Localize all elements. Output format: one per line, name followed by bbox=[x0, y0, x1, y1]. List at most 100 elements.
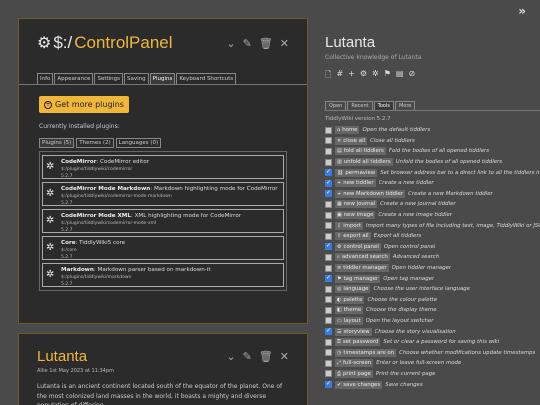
tool-checkbox[interactable] bbox=[325, 168, 332, 177]
tool-button[interactable]: ⇩ import bbox=[335, 221, 364, 230]
tool-description: Import many types of file including text… bbox=[366, 222, 540, 229]
tool-checkbox[interactable] bbox=[325, 264, 332, 272]
tool-checkbox[interactable] bbox=[325, 211, 332, 219]
tool-button[interactable]: ▥ unfold all tiddlers bbox=[335, 158, 393, 167]
tool-checkbox[interactable] bbox=[325, 338, 332, 346]
chevron-down-icon[interactable]: ⌄ bbox=[226, 37, 235, 50]
plugin-item-codemirror-mode-markdown[interactable]: ✲ CodeMirror Mode Markdown: Markdown hig… bbox=[42, 182, 284, 206]
save-icon[interactable]: ▤ bbox=[396, 69, 404, 83]
puzzle-piece-icon: ✲ bbox=[46, 242, 55, 253]
tool-button[interactable]: ✕ close all bbox=[335, 136, 368, 145]
gear-icon: ⚙ bbox=[37, 35, 52, 52]
tab-recent[interactable]: Recent bbox=[347, 101, 373, 110]
trash-icon[interactable]: 🗑 bbox=[259, 37, 273, 50]
subtab-plugins[interactable]: Plugins (5) bbox=[39, 138, 75, 148]
close-icon[interactable]: ✕ bbox=[280, 350, 289, 363]
sidebar-toggle-chevron-icon[interactable]: » bbox=[518, 4, 526, 18]
tool-label: new image bbox=[343, 212, 374, 219]
tool-button[interactable]: ⇧ export all bbox=[335, 232, 371, 241]
tool-checkbox[interactable] bbox=[325, 137, 332, 145]
sparkle-icon[interactable]: ✲ bbox=[372, 69, 379, 83]
tool-button[interactable]: ▤ fold all tiddlers bbox=[335, 147, 386, 156]
tab-more[interactable]: More bbox=[394, 101, 416, 110]
tool-description: Open tiddler manager bbox=[391, 265, 452, 272]
tool-button[interactable]: ▣ new image bbox=[335, 211, 376, 220]
subtab-languages[interactable]: Languages (0) bbox=[115, 138, 162, 148]
tool-checkbox[interactable] bbox=[325, 200, 332, 208]
tool-button[interactable]: ⚙ control panel bbox=[335, 242, 381, 251]
tool-checkbox[interactable] bbox=[325, 306, 332, 314]
plugin-item-codemirror[interactable]: ✲ CodeMirror: CodeMirror editor $:/plugin… bbox=[42, 155, 284, 179]
tool-checkbox[interactable] bbox=[325, 189, 332, 198]
tab-open[interactable]: Open bbox=[325, 101, 347, 110]
tool-checkbox[interactable] bbox=[325, 147, 332, 155]
tag-icon[interactable]: ⚑ bbox=[384, 69, 391, 83]
tab-appearance[interactable]: Appearance bbox=[54, 73, 94, 84]
tool-button[interactable]: ☰ storyview bbox=[335, 327, 372, 336]
get-more-plugins-button[interactable]: + Get more plugins bbox=[39, 96, 129, 113]
tool-description: Choose the display theme bbox=[366, 307, 437, 314]
tool-button[interactable]: ◧ theme bbox=[335, 306, 364, 315]
tool-button[interactable]: ⌕ advanced search bbox=[335, 253, 390, 262]
tool-checkbox[interactable] bbox=[325, 380, 332, 389]
tool-label: full-screen bbox=[343, 360, 372, 367]
tool-checkbox[interactable] bbox=[325, 232, 332, 240]
tool-row: ⤢ full-screen Enter or leave full-screen m… bbox=[325, 358, 540, 369]
tool-icon: + bbox=[337, 190, 342, 197]
tool-button[interactable]: + new tiddler bbox=[335, 179, 376, 188]
tab-info[interactable]: Info bbox=[37, 73, 54, 84]
tool-button[interactable]: ⚑ tag manager bbox=[335, 274, 381, 283]
tab-tools[interactable]: Tools bbox=[373, 101, 394, 110]
tab-keyboard-shortcuts[interactable]: Keyboard Shortcuts bbox=[176, 73, 237, 84]
tool-checkbox[interactable] bbox=[325, 359, 332, 367]
edit-icon[interactable]: ✎ bbox=[243, 37, 252, 50]
tool-label: close all bbox=[343, 137, 366, 144]
tool-button[interactable]: ▦ new journal bbox=[335, 200, 378, 209]
tool-button[interactable]: ◐ palette bbox=[335, 295, 365, 304]
tool-button[interactable]: ◷ timestamps are on bbox=[335, 348, 397, 357]
close-icon[interactable]: ✕ bbox=[280, 37, 289, 50]
chevron-down-icon[interactable]: ⌄ bbox=[226, 350, 235, 363]
tool-button[interactable]: ⚿ set password bbox=[335, 338, 381, 347]
gear-icon[interactable]: ⚙ bbox=[360, 69, 367, 83]
plus-icon[interactable]: + bbox=[348, 69, 355, 83]
tool-checkbox[interactable] bbox=[325, 370, 332, 378]
plugin-version: 5.2.7 bbox=[61, 282, 73, 287]
tool-row: ▦ new journal Create a new journal tiddler bbox=[325, 199, 540, 210]
tool-checkbox[interactable] bbox=[325, 327, 332, 336]
new-tiddler-icon[interactable]: 🗋 bbox=[325, 69, 331, 83]
plugin-item-core[interactable]: ✲ Core: TiddlyWiki5 core $:/core 5.2.7 bbox=[42, 236, 284, 260]
tool-checkbox[interactable] bbox=[325, 317, 332, 325]
tool-button[interactable]: ⌂ home bbox=[335, 126, 360, 135]
tool-button[interactable]: + new Markdown tiddler bbox=[335, 189, 406, 198]
edit-icon[interactable]: ✎ bbox=[243, 350, 252, 363]
tool-button[interactable]: ⤢ full-screen bbox=[335, 359, 374, 368]
subtab-themes[interactable]: Themes (2) bbox=[76, 138, 114, 148]
tool-button[interactable]: ⎙ print page bbox=[335, 369, 373, 378]
tool-checkbox[interactable] bbox=[325, 242, 332, 251]
hash-icon[interactable]: # bbox=[336, 69, 343, 83]
tool-button[interactable]: ◎ language bbox=[335, 285, 371, 294]
tool-icon: ⌂ bbox=[337, 127, 341, 134]
tool-button[interactable]: ≡ tiddler manager bbox=[335, 264, 389, 273]
tab-settings[interactable]: Settings bbox=[94, 73, 124, 84]
tool-button[interactable]: ✔ save changes bbox=[335, 380, 383, 389]
tool-checkbox[interactable] bbox=[325, 222, 332, 230]
tool-checkbox[interactable] bbox=[325, 253, 332, 261]
tool-checkbox[interactable] bbox=[325, 158, 332, 166]
plugin-path: $:/plugins/tiddlywiki/markdown bbox=[61, 274, 132, 280]
tool-checkbox[interactable] bbox=[325, 274, 332, 283]
tab-saving[interactable]: Saving bbox=[124, 73, 149, 84]
tool-checkbox[interactable] bbox=[325, 126, 332, 134]
trash-icon[interactable]: 🗑 bbox=[259, 350, 273, 363]
tool-checkbox[interactable] bbox=[325, 349, 332, 357]
plugin-item-codemirror-mode-xml[interactable]: ✲ CodeMirror Mode XML: XML highlighting … bbox=[42, 209, 284, 233]
check-circle-icon[interactable]: ⊘ bbox=[408, 69, 415, 83]
tool-checkbox[interactable] bbox=[325, 296, 332, 304]
tool-checkbox[interactable] bbox=[325, 179, 332, 187]
tool-checkbox[interactable] bbox=[325, 285, 332, 293]
tool-button[interactable]: ⛓ permaview bbox=[335, 168, 378, 177]
plugin-item-markdown[interactable]: ✲ Markdown: Markdown parser based on mar… bbox=[42, 263, 284, 287]
tab-plugins[interactable]: Plugins bbox=[149, 73, 176, 84]
tool-button[interactable]: ▭ layout bbox=[335, 316, 363, 325]
